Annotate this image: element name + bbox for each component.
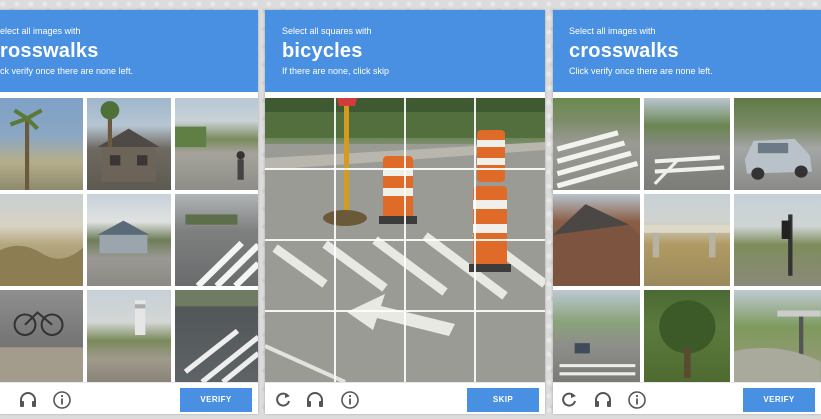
- reload-icon[interactable]: [559, 390, 579, 410]
- grid-square[interactable]: [405, 169, 474, 239]
- car-photo: [745, 138, 813, 180]
- image-tile[interactable]: [87, 98, 171, 190]
- image-tile[interactable]: [643, 194, 731, 286]
- image-tile[interactable]: [174, 194, 258, 286]
- captcha-header: elect all images with rosswalks ck verif…: [0, 10, 258, 92]
- crosswalk-photo: [556, 130, 639, 189]
- palm-tree-photo: [9, 108, 43, 190]
- crosswalk-stripes-photo: [185, 214, 258, 286]
- captcha-hint: ck verify once there are none left.: [0, 66, 134, 76]
- grid-square[interactable]: [475, 98, 545, 168]
- grid-square[interactable]: [335, 169, 404, 239]
- grid-square[interactable]: [265, 240, 334, 310]
- image-grid: [553, 98, 821, 382]
- image-tile[interactable]: [0, 290, 84, 382]
- image-tile[interactable]: [643, 98, 731, 190]
- captcha-panel-crosswalks-right: Select all images with crosswalks Click …: [553, 10, 821, 414]
- headphones-icon[interactable]: [593, 390, 613, 410]
- image-tile[interactable]: [553, 290, 640, 382]
- captcha-footer: VERIFY: [0, 382, 258, 414]
- captcha-target: rosswalks: [0, 40, 99, 62]
- image-tile[interactable]: [553, 194, 640, 286]
- skip-button[interactable]: SKIP: [467, 388, 539, 412]
- house-street-photo: [97, 220, 150, 254]
- captcha-instruction: Select all squares with: [282, 26, 372, 36]
- info-icon[interactable]: [52, 390, 72, 410]
- image-tile[interactable]: [0, 194, 84, 286]
- info-icon[interactable]: [340, 390, 360, 410]
- traffic-light-photo: [781, 214, 793, 276]
- image-grid: [0, 98, 258, 382]
- house-photo: [97, 101, 161, 182]
- grid-square[interactable]: [265, 169, 334, 239]
- grid-square[interactable]: [335, 240, 404, 310]
- grid-square[interactable]: [475, 311, 545, 382]
- grid-square[interactable]: [265, 98, 334, 168]
- intersection-photo: [559, 343, 636, 376]
- reload-icon[interactable]: [273, 390, 293, 410]
- image-tile[interactable]: [734, 194, 821, 286]
- grid-square[interactable]: [335, 98, 404, 168]
- captcha-target: bicycles: [282, 40, 363, 62]
- image-tile[interactable]: [0, 98, 84, 190]
- street-scene-image: [265, 98, 545, 382]
- grid-square[interactable]: [335, 311, 404, 382]
- hillside-road-photo: [734, 310, 821, 382]
- captcha-footer: SKIP: [265, 382, 545, 414]
- grid-square[interactable]: [475, 240, 545, 310]
- crosswalk-road-photo: [174, 290, 258, 382]
- grid-square[interactable]: [405, 240, 474, 310]
- image-tile[interactable]: [553, 98, 640, 190]
- image-tile[interactable]: [643, 290, 731, 382]
- captcha-panel-crosswalks-left: elect all images with rosswalks ck verif…: [0, 10, 258, 414]
- image-tile[interactable]: [174, 290, 258, 382]
- captcha-header: Select all squares with bicycles If ther…: [265, 10, 545, 92]
- grid-square[interactable]: [475, 169, 545, 239]
- captcha-footer: VERIFY: [553, 382, 821, 414]
- image-tile[interactable]: [174, 98, 258, 190]
- road-crosswalk-photo: [653, 155, 724, 185]
- grid-square[interactable]: [405, 311, 474, 382]
- headphones-icon[interactable]: [305, 390, 325, 410]
- captcha-instruction: elect all images with: [0, 26, 81, 36]
- image-tile[interactable]: [734, 290, 821, 382]
- brick-house-photo: [553, 204, 640, 286]
- grid-square[interactable]: [265, 311, 334, 382]
- tree-photo: [658, 300, 716, 378]
- captcha-panel-bicycles: Select all squares with bicycles If ther…: [265, 10, 545, 414]
- grid-square[interactable]: [405, 98, 474, 168]
- bicycle-photo: [0, 311, 84, 382]
- captcha-hint: If there are none, click skip: [282, 66, 390, 76]
- tower-photo: [135, 300, 146, 335]
- headphones-icon[interactable]: [18, 390, 38, 410]
- street-photo: [174, 126, 245, 180]
- captcha-target: crosswalks: [569, 40, 679, 62]
- captcha-instruction: Select all images with: [569, 26, 656, 36]
- captcha-header: Select all images with crosswalks Click …: [553, 10, 821, 92]
- verify-button[interactable]: VERIFY: [743, 388, 815, 412]
- image-tile[interactable]: [87, 194, 171, 286]
- bridge-photo: [643, 224, 731, 258]
- verify-button[interactable]: VERIFY: [180, 388, 252, 412]
- info-icon[interactable]: [627, 390, 647, 410]
- dry-field-photo: [0, 245, 84, 286]
- captcha-hint: Click verify once there are none left.: [569, 66, 713, 76]
- image-tile[interactable]: [734, 98, 821, 190]
- image-tile[interactable]: [87, 290, 171, 382]
